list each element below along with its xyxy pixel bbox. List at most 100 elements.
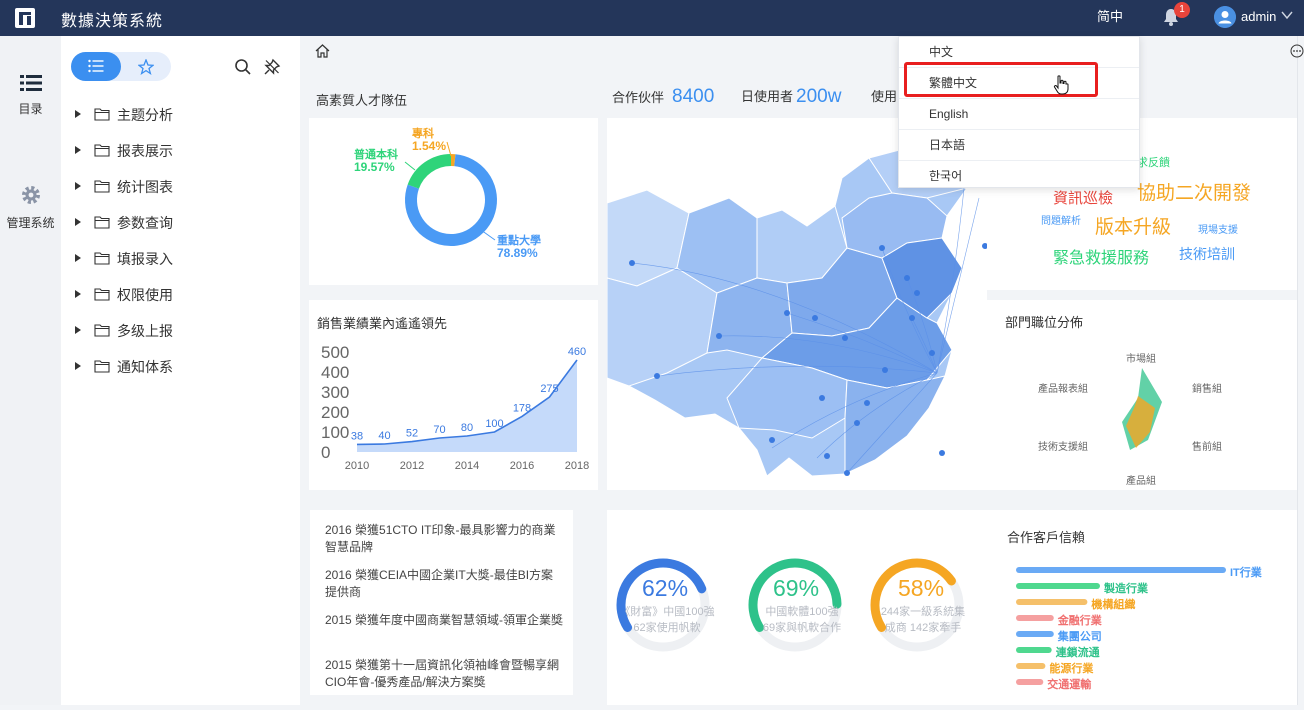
pin-icon[interactable] xyxy=(263,58,281,76)
wordcloud-word: 求反饋 xyxy=(1137,154,1170,170)
kpi-partners-label: 合作伙伴 xyxy=(612,90,664,105)
tree-item[interactable]: 填报录入 xyxy=(75,249,275,285)
industry-bar xyxy=(1016,567,1226,573)
industry-label: 交通運輸 xyxy=(1047,677,1092,691)
donut-slice xyxy=(413,160,451,187)
tree-item[interactable]: 主题分析 xyxy=(75,105,275,141)
gear-icon xyxy=(20,184,42,206)
tree-item[interactable]: 报表展示 xyxy=(75,141,275,177)
y-tick-label: 0 xyxy=(321,443,330,462)
rail-catalog-label: 目录 xyxy=(18,102,42,116)
kpi-partners: 合作伙伴8400 xyxy=(612,86,714,108)
app-logo-icon xyxy=(14,7,36,29)
donut-label-name: 專科 xyxy=(412,126,434,140)
notification-badge: 1 xyxy=(1174,2,1190,18)
favorites-view-button[interactable] xyxy=(121,52,171,81)
industry-bar xyxy=(1016,631,1054,637)
wordcloud-word: 現場支援 xyxy=(1198,221,1238,236)
star-icon xyxy=(138,59,154,75)
y-tick-label: 300 xyxy=(321,383,349,402)
data-label: 38 xyxy=(351,430,363,442)
donut-label-name: 普通本科 xyxy=(354,147,398,161)
radar-axis-label: 產品報表組 xyxy=(1038,380,1088,395)
caret-right-icon[interactable] xyxy=(75,110,81,118)
caret-right-icon[interactable] xyxy=(75,182,81,190)
search-icon[interactable] xyxy=(234,58,252,76)
caret-right-icon[interactable] xyxy=(75,290,81,298)
tree-item[interactable]: 统计图表 xyxy=(75,177,275,213)
donut-label-pct: 1.54% xyxy=(412,139,446,153)
caret-right-icon[interactable] xyxy=(75,254,81,262)
rail-admin[interactable]: 管理系统 xyxy=(0,184,61,231)
left-rail: 目录 管理系统 xyxy=(0,36,61,705)
tree-item[interactable]: 权限使用 xyxy=(75,285,275,321)
user-avatar-icon[interactable] xyxy=(1214,6,1236,28)
tree-item-label: 主题分析 xyxy=(117,105,173,125)
donut-leader-line xyxy=(405,162,415,170)
tree-item[interactable]: 多级上报 xyxy=(75,321,275,357)
kpi-users-value: 200w xyxy=(796,86,841,107)
language-option[interactable]: 한국어 xyxy=(899,161,1139,192)
award-item: 2015 榮獲年度中國商業智慧領域-領軍企業獎 xyxy=(325,612,565,629)
home-icon[interactable] xyxy=(315,44,330,58)
username[interactable]: admin xyxy=(1241,9,1276,24)
language-switcher[interactable]: 简中 xyxy=(1097,6,1123,25)
ring-pct: 58% xyxy=(898,575,944,602)
ring-caption-line: 69家與帆軟合作 xyxy=(752,620,852,636)
radar-axis-label: 售前組 xyxy=(1192,438,1222,453)
donut-leader-line xyxy=(481,230,495,240)
tree-item-label: 填报录入 xyxy=(117,249,173,269)
tree-item-label: 多级上报 xyxy=(117,321,173,341)
data-label: 275 xyxy=(540,383,558,395)
top-bar: 數據決策系統 简中 1 admin xyxy=(0,0,1304,36)
ring-caption-line: 《財富》中國100強 xyxy=(617,604,717,620)
industry-label: 連鎖流通 xyxy=(1056,645,1100,659)
sales-card: 銷售業績業內遙遙領先 01002003004005002010201220142… xyxy=(309,300,598,490)
list-icon xyxy=(88,59,104,73)
tree-item[interactable]: 参数查询 xyxy=(75,213,275,249)
data-label: 70 xyxy=(433,424,445,436)
list-icon xyxy=(20,74,42,92)
x-tick-label: 2016 xyxy=(510,460,534,472)
industry-label: 機構組織 xyxy=(1091,597,1135,611)
x-tick-label: 2018 xyxy=(565,460,589,472)
sidebar: 主题分析 报表展示 统计图表 参数查询 填报录入 权限使用 多级上报 通知体系 xyxy=(61,36,300,705)
donut-label-name: 重點大學 xyxy=(497,233,541,247)
language-option[interactable]: 日本語 xyxy=(899,130,1139,161)
more-icon[interactable] xyxy=(1290,44,1304,58)
donut-title: 高素質人才隊伍 xyxy=(316,90,407,109)
caret-right-icon[interactable] xyxy=(75,326,81,334)
tree-item[interactable]: 通知体系 xyxy=(75,357,275,393)
kpi-users: 日使用者 xyxy=(741,86,797,105)
y-tick-label: 400 xyxy=(321,363,349,382)
rail-catalog[interactable]: 目录 xyxy=(0,74,61,117)
radar-axis-label: 市場組 xyxy=(1126,350,1156,365)
view-toggle xyxy=(71,52,171,81)
award-item: 2016 榮獲51CTO IT印象-最具影響力的商業智慧品牌 xyxy=(325,522,565,556)
caret-right-icon[interactable] xyxy=(75,146,81,154)
folder-icon xyxy=(94,107,110,121)
ring-caption-line: 成商 142家牽手 xyxy=(873,620,973,636)
language-menu: 中文 繁體中文 English 日本語 한국어 xyxy=(898,36,1140,188)
folder-icon xyxy=(94,215,110,229)
radar-axis-label: 技術支援組 xyxy=(1038,438,1088,453)
list-view-button[interactable] xyxy=(71,52,121,81)
industry-bar xyxy=(1016,663,1045,669)
ring-caption: 中國軟體100強69家與帆軟合作 xyxy=(752,604,852,636)
data-label: 100 xyxy=(485,418,503,430)
caret-right-icon[interactable] xyxy=(75,362,81,370)
x-tick-label: 2010 xyxy=(345,460,369,472)
ring-pct: 69% xyxy=(773,575,819,602)
y-tick-label: 100 xyxy=(321,423,349,442)
caret-right-icon[interactable] xyxy=(75,218,81,226)
chevron-down-icon[interactable] xyxy=(1281,9,1293,21)
folder-icon xyxy=(94,287,110,301)
data-label: 460 xyxy=(568,346,586,358)
content-divider xyxy=(1297,36,1298,705)
data-label: 40 xyxy=(378,430,390,442)
award-item: 2016 榮獲CEIA中國企業IT大獎-最佳BI方案提供商 xyxy=(325,567,565,601)
ring-pct: 62% xyxy=(642,575,688,602)
hand-cursor-icon xyxy=(1053,75,1069,95)
ring-caption-line: 中國軟體100強 xyxy=(752,604,852,620)
language-option[interactable]: English xyxy=(899,99,1139,130)
